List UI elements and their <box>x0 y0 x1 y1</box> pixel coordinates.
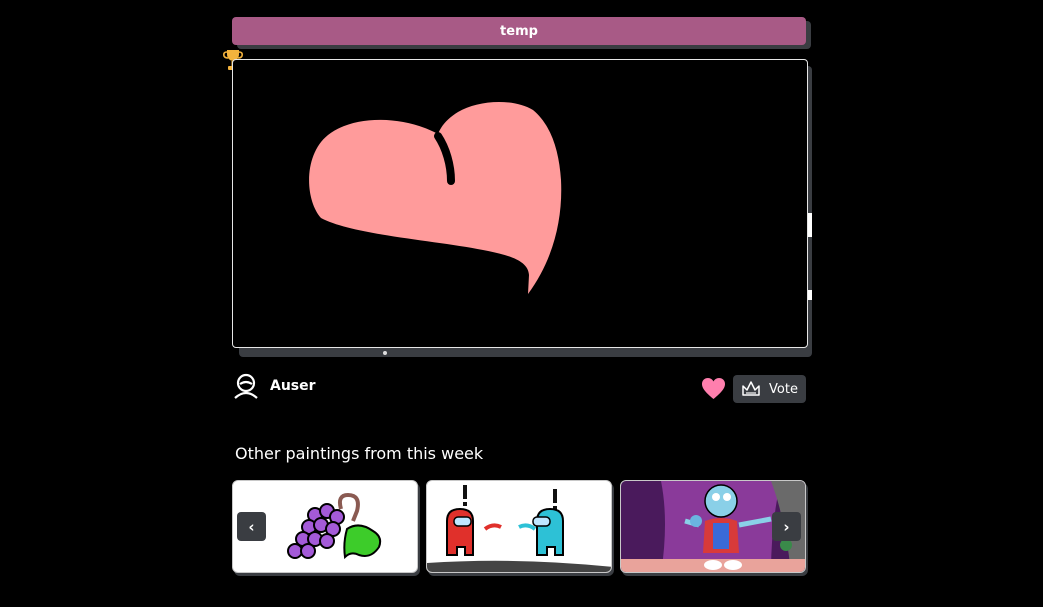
vote-button[interactable]: Vote <box>733 375 806 403</box>
carousel-prev-button[interactable]: ‹ <box>237 512 266 541</box>
chevron-left-icon: ‹ <box>248 517 255 536</box>
edge-mark <box>808 290 812 300</box>
heart-icon[interactable] <box>702 378 725 400</box>
heart-drawing <box>309 101 562 294</box>
thumb-among-us[interactable] <box>426 480 612 573</box>
thumb-among-us-image <box>427 485 611 572</box>
vote-label: Vote <box>769 381 798 397</box>
painting-canvas[interactable] <box>232 59 808 348</box>
painting-title-bar: temp <box>232 17 806 45</box>
author-info[interactable]: Auser <box>232 372 316 400</box>
chevron-right-icon: › <box>783 517 790 536</box>
author-name[interactable]: Auser <box>270 378 316 394</box>
crown-icon <box>742 381 760 396</box>
carousel-indicator-dot[interactable] <box>383 351 387 355</box>
edge-mark <box>808 213 812 237</box>
carousel-next-button[interactable]: › <box>772 512 801 541</box>
painting-title: temp <box>500 23 538 39</box>
user-avatar-icon <box>234 373 258 399</box>
other-paintings-heading: Other paintings from this week <box>235 444 484 463</box>
painting-image <box>309 101 562 294</box>
